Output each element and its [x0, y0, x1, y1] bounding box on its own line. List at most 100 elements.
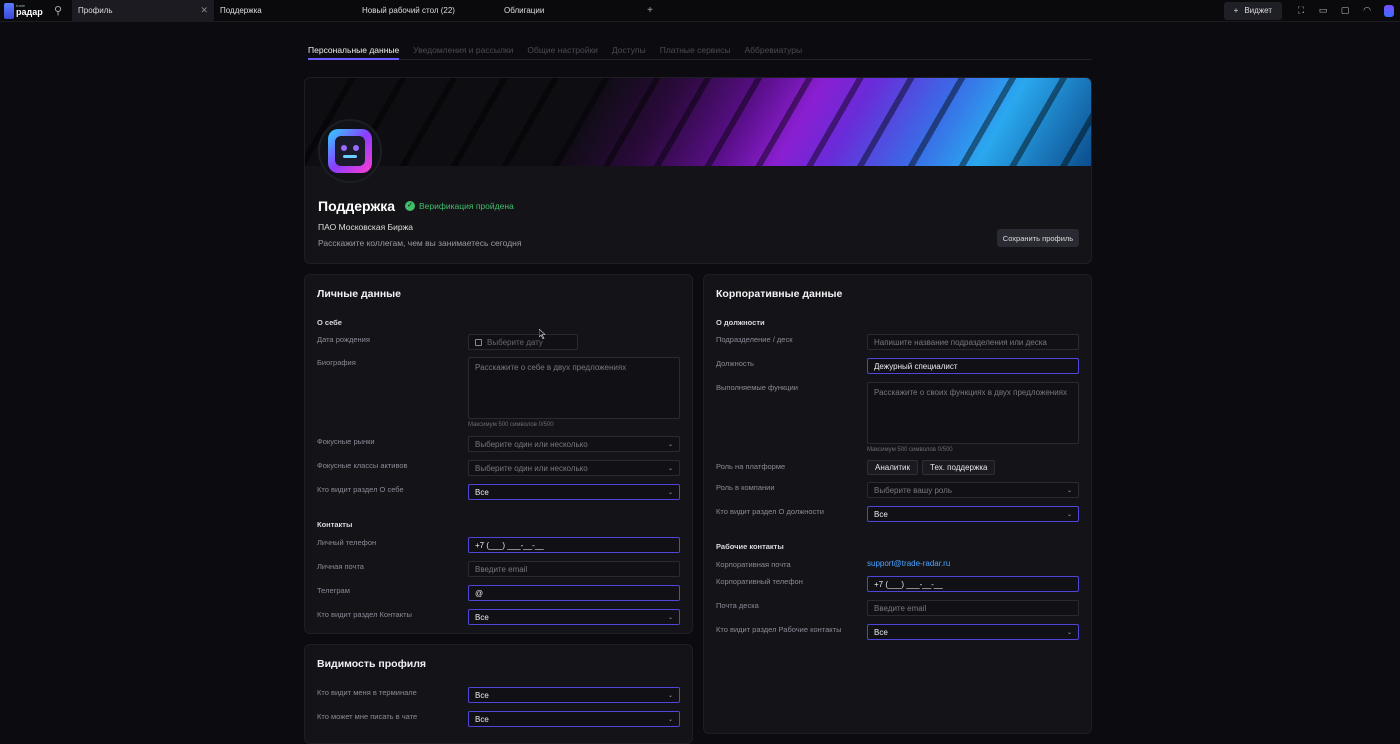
- screen-share-icon[interactable]: ▭: [1312, 0, 1334, 22]
- desk-email-input[interactable]: Введите email: [867, 600, 1079, 616]
- email-label: Личная почта: [317, 562, 364, 571]
- add-tab-icon[interactable]: +: [640, 5, 660, 16]
- work-contacts-visibility-label: Кто видит раздел Рабочие контакты: [716, 625, 842, 634]
- chat-visibility-select[interactable]: Все ⌄: [468, 711, 680, 727]
- chevron-down-icon: ⌄: [667, 441, 673, 448]
- avatar[interactable]: [318, 119, 382, 183]
- department-input[interactable]: Напишите название подразделения или деск…: [867, 334, 1079, 350]
- functions-textarea[interactable]: Расскажите о своих функциях в двух предл…: [867, 382, 1079, 444]
- subtab-access[interactable]: Доступы: [612, 42, 646, 60]
- corp-phone-input[interactable]: +7 (___) ___-__-__: [867, 576, 1079, 592]
- search-icon[interactable]: ⚲: [44, 0, 72, 22]
- verification-text: Верификация пройдена: [419, 201, 514, 211]
- contacts-section-label: Контакты: [317, 520, 353, 529]
- terminal-visibility-value: Все: [475, 690, 489, 700]
- logo-big-text: радар: [16, 7, 43, 17]
- about-visibility-select[interactable]: Все ⌄: [468, 484, 680, 500]
- birthday-date-picker[interactable]: Выберите дату: [468, 334, 578, 350]
- markets-select[interactable]: Выберите один или несколько ⌄: [468, 436, 680, 452]
- terminal-visibility-label: Кто видит меня в терминале: [317, 688, 417, 697]
- widget-button[interactable]: + Виджет: [1223, 1, 1282, 20]
- department-placeholder: Напишите название подразделения или деск…: [874, 337, 1047, 347]
- profile-organization: ПАО Московская Биржа: [318, 222, 413, 232]
- tab-bonds[interactable]: Облигации: [498, 0, 640, 22]
- chat-icon[interactable]: ▢: [1334, 0, 1356, 22]
- work-contacts-visibility-value: Все: [874, 627, 888, 637]
- position-visibility-value: Все: [874, 509, 888, 519]
- work-contacts-visibility-select[interactable]: Все ⌄: [867, 624, 1079, 640]
- position-value: Дежурный специалист: [874, 361, 958, 371]
- platform-role-label: Роль на платформе: [716, 462, 786, 471]
- chevron-down-icon: ⌄: [667, 692, 673, 699]
- chevron-down-icon: ⌄: [667, 489, 673, 496]
- save-profile-button[interactable]: Сохранить профиль: [997, 229, 1079, 247]
- logo-mark-icon: [4, 2, 14, 19]
- personal-data-card: Личные данные О себе Дата рождения Выбер…: [304, 274, 693, 634]
- company-role-label: Роль в компании: [716, 483, 775, 492]
- about-section-label: О себе: [317, 318, 342, 327]
- tab-label: Новый рабочий стол (22): [362, 6, 455, 15]
- terminal-visibility-select[interactable]: Все ⌄: [468, 687, 680, 703]
- contacts-visibility-select[interactable]: Все ⌄: [468, 609, 680, 625]
- headset-icon[interactable]: ◠: [1356, 0, 1378, 22]
- birthday-label: Дата рождения: [317, 335, 370, 344]
- asset-classes-select[interactable]: Выберите один или несколько ⌄: [468, 460, 680, 476]
- desk-email-placeholder: Введите email: [874, 603, 927, 613]
- role-chip-tech-support[interactable]: Тех. поддержка: [922, 460, 996, 475]
- telegram-value: @: [475, 588, 484, 598]
- chevron-down-icon: ⌄: [1066, 511, 1072, 518]
- corp-phone-value: +7 (___) ___-__-__: [874, 579, 943, 589]
- telegram-input[interactable]: @: [468, 585, 680, 601]
- calendar-icon: [475, 338, 482, 346]
- position-input[interactable]: Дежурный специалист: [867, 358, 1079, 374]
- app-logo[interactable]: trade радар: [0, 0, 44, 22]
- functions-label: Выполняемые функции: [716, 383, 798, 392]
- corp-email-label: Корпоративная почта: [716, 560, 791, 569]
- corp-email-link[interactable]: support@trade-radar.ru: [867, 559, 950, 568]
- close-icon[interactable]: ✕: [200, 5, 208, 16]
- role-chip-analyst[interactable]: Аналитик: [867, 460, 918, 475]
- desk-email-label: Почта деска: [716, 601, 759, 610]
- email-input[interactable]: Введите email: [468, 561, 680, 577]
- company-role-placeholder: Выберите вашу роль: [874, 485, 952, 495]
- phone-label: Личный телефон: [317, 538, 377, 547]
- robot-avatar-icon: [328, 129, 372, 173]
- subtab-general[interactable]: Общие настройки: [527, 42, 598, 60]
- tab-support[interactable]: Поддержка: [214, 0, 356, 22]
- chat-visibility-value: Все: [475, 714, 489, 724]
- chat-visibility-label: Кто может мне писать в чате: [317, 712, 418, 721]
- bio-textarea[interactable]: Расскажите о себе в двух предложениях: [468, 357, 680, 419]
- markets-placeholder: Выберите один или несколько: [475, 439, 588, 449]
- chevron-down-icon: ⌄: [667, 614, 673, 621]
- asset-classes-placeholder: Выберите один или несколько: [475, 463, 588, 473]
- position-section-label: О должности: [716, 318, 765, 327]
- subtab-notifications[interactable]: Уведомления и рассылки: [413, 42, 513, 60]
- plus-icon: +: [1233, 6, 1239, 15]
- tab-profile[interactable]: Профиль ✕: [72, 0, 214, 22]
- company-role-select[interactable]: Выберите вашу роль ⌄: [867, 482, 1079, 498]
- position-visibility-label: Кто видит раздел О должности: [716, 507, 824, 516]
- work-contacts-section-label: Рабочие контакты: [716, 542, 784, 551]
- subtab-personal[interactable]: Персональные данные: [308, 42, 400, 60]
- about-visibility-value: Все: [475, 487, 489, 497]
- chevron-down-icon: ⌄: [1066, 487, 1072, 494]
- corporate-data-card: Корпоративные данные О должности Подразд…: [703, 274, 1092, 734]
- bio-label: Биография: [317, 358, 356, 367]
- position-visibility-select[interactable]: Все ⌄: [867, 506, 1079, 522]
- subtab-abbreviations[interactable]: Аббревиатуры: [744, 42, 802, 60]
- chevron-down-icon: ⌄: [1066, 629, 1072, 636]
- subtab-paid-services[interactable]: Платные сервисы: [660, 42, 731, 60]
- profile-about-input[interactable]: Расскажите коллегам, чем вы занимаетесь …: [318, 238, 521, 248]
- phone-input[interactable]: +7 (___) ___-__-__: [468, 537, 680, 553]
- contacts-visibility-value: Все: [475, 612, 489, 622]
- user-profile-icon[interactable]: [1378, 0, 1400, 22]
- phone-value: +7 (___) ___-__-__: [475, 540, 544, 550]
- tab-label: Облигации: [504, 6, 545, 15]
- chevron-down-icon: ⌄: [667, 465, 673, 472]
- department-label: Подразделение / деск: [716, 335, 793, 344]
- fullscreen-icon[interactable]: ⛶: [1290, 0, 1312, 22]
- asset-classes-label: Фокусные классы активов: [317, 461, 408, 470]
- tab-new-desktop[interactable]: Новый рабочий стол (22): [356, 0, 498, 22]
- settings-tabs: Персональные данные Уведомления и рассыл…: [308, 42, 1092, 60]
- verification-badge: ✓ Верификация пройдена: [405, 201, 514, 211]
